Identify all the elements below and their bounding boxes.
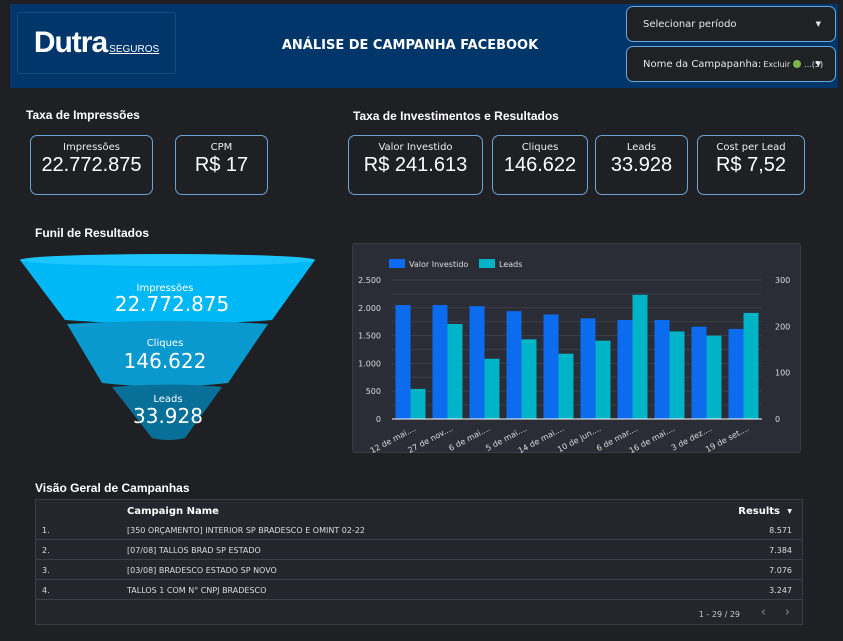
results-value: 7.076 [769, 566, 792, 575]
y-right-tick-label: 300 [775, 276, 790, 285]
scorecard-impressions: Impressões 22.772.875 [30, 135, 153, 195]
logo: Dutra SEGUROS [17, 12, 176, 74]
y-left-tick-label: 1.000 [358, 359, 381, 368]
campaign-filter[interactable]: Nome da Campapanha: Excluir ...(5) ▼ [626, 46, 836, 82]
results-value: 8.571 [769, 526, 792, 535]
bar-leads [484, 358, 500, 419]
row-number: 4. [42, 586, 50, 595]
campaign-name: TALLOS 1 COM N° CNPJ BRADESCO [127, 586, 267, 595]
funnel-value: 33.928 [133, 404, 203, 428]
prev-page-icon[interactable]: ‹ [761, 605, 766, 620]
scorecard-cliques: Cliques 146.622 [492, 135, 588, 195]
table-row[interactable]: 4. TALLOS 1 COM N° CNPJ BRADESCO 3.247 [36, 580, 802, 600]
legend-swatch-leads [479, 259, 495, 268]
next-page-icon[interactable]: › [785, 605, 790, 620]
funnel-title: Funil de Resultados [35, 226, 150, 240]
bar-valor-investido [617, 320, 633, 419]
bar-valor-investido [691, 326, 707, 419]
y-left-tick-label: 1.500 [358, 332, 381, 341]
table-row[interactable]: 2. [07/08] TALLOS BRAD SP ESTADO 7.384 [36, 540, 802, 560]
row-number: 2. [42, 546, 50, 555]
bar-leads [743, 312, 759, 419]
table-title: Visão Geral de Campanhas [35, 481, 190, 495]
bar-valor-investido [728, 328, 744, 419]
period-filter[interactable]: Selecionar período ▼ [626, 6, 836, 42]
legend-label: Leads [499, 260, 522, 269]
row-number: 1. [42, 526, 50, 535]
bar-leads [706, 335, 722, 419]
campaign-name: [03/08] BRADESCO ESTADO SP NOVO [127, 566, 277, 575]
funnel-top-rim [20, 254, 315, 266]
bar-leads [669, 331, 685, 419]
bar-valor-investido [506, 311, 522, 419]
bar-leads [521, 339, 537, 419]
scorecard-cost-per-lead: Cost per Lead R$ 7,52 [697, 135, 805, 195]
table-row[interactable]: 1. [350 ORÇAMENTO] INTERIOR SP BRADESCO … [36, 520, 802, 540]
caret-down-icon: ▼ [815, 60, 821, 68]
results-value: 7.384 [769, 546, 792, 555]
bar-leads [632, 294, 648, 419]
bar-valor-investido [580, 318, 596, 419]
funnel-label: Cliques [147, 338, 184, 349]
y-left-tick-label: 2.500 [358, 276, 381, 285]
y-left-tick-label: 0 [376, 415, 381, 424]
row-number: 3. [42, 566, 50, 575]
x-tick-label: 6 de mai.... [447, 424, 491, 453]
campaign-name: [350 ORÇAMENTO] INTERIOR SP BRADESCO E O… [127, 526, 366, 535]
y-right-tick-label: 100 [775, 369, 790, 378]
pagination-label: 1 - 29 / 29 [698, 610, 740, 619]
scorecard-cpm: CPM R$ 17 [175, 135, 268, 195]
sort-desc-icon[interactable]: ▼ [787, 508, 792, 515]
investment-section-title: Taxa de Investimentos e Resultados [353, 109, 559, 123]
bar-valor-investido [469, 306, 485, 419]
funnel-value: 22.772.875 [115, 292, 230, 316]
bar-chart: 0 500 1.000 1.500 2.000 2.500 0 100 200 300 12 de … [352, 243, 801, 455]
bar-leads [410, 388, 426, 419]
caret-down-icon: ▼ [815, 20, 821, 28]
bar-valor-investido [543, 314, 559, 419]
funnel-chart: Impressões 22.772.875 Cliques 146.622 Le… [20, 254, 315, 440]
bar-leads [447, 324, 463, 419]
campaign-table: Campaign Name Results ▼ 1. [350 ORÇAMENT… [35, 499, 803, 625]
y-right-tick-label: 0 [775, 415, 780, 424]
y-left-tick-label: 500 [366, 387, 381, 396]
y-left-tick-label: 2.000 [358, 304, 381, 313]
scorecard-leads: Leads 33.928 [595, 135, 688, 195]
scorecard-valor-investido: Valor Investido R$ 241.613 [348, 135, 483, 195]
legend-swatch-valor-investido [389, 259, 405, 268]
campaign-name: [07/08] TALLOS BRAD SP ESTADO [127, 546, 261, 555]
impressions-section-title: Taxa de Impressões [26, 108, 140, 122]
page-title: ANÁLISE DE CAMPANHA FACEBOOK [281, 38, 539, 53]
funnel-value: 146.622 [124, 349, 207, 373]
bar-valor-investido [432, 305, 448, 419]
bar-valor-investido [654, 320, 670, 419]
y-right-tick-label: 200 [775, 322, 790, 331]
legend-label: Valor Investido [409, 260, 468, 269]
results-value: 3.247 [769, 586, 792, 595]
bar-valor-investido [395, 305, 411, 419]
bar-leads [595, 340, 611, 419]
column-header-results[interactable]: Results [738, 506, 780, 517]
bar-chart-svg: 05001.0001.5002.0002.500010020030012 de … [358, 259, 790, 455]
column-header-campaign-name[interactable]: Campaign Name [127, 506, 219, 517]
table-row[interactable]: 3. [03/08] BRADESCO ESTADO SP NOVO 7.076 [36, 560, 802, 580]
status-dot-icon [793, 60, 802, 68]
bar-leads [558, 353, 574, 419]
